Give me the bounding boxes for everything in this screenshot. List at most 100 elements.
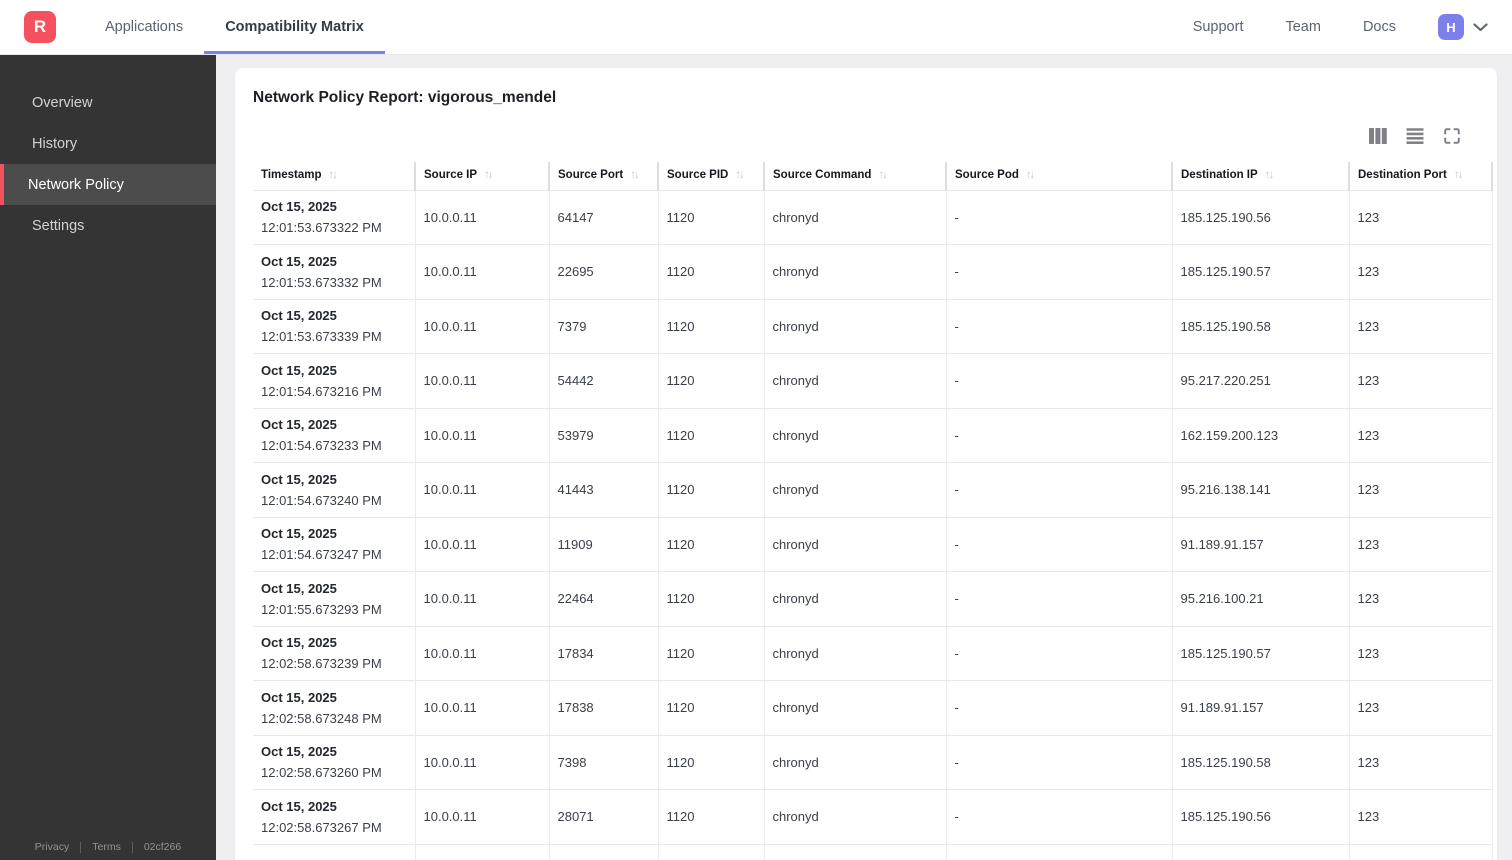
column-label: Source Port (558, 168, 624, 181)
column-header-destination-port[interactable]: Destination Port ↑↓ (1348, 162, 1493, 190)
cell-source-port (548, 843, 658, 860)
cell-source-pod: - (945, 298, 1172, 354)
sidebar-item-history[interactable]: History (0, 123, 216, 164)
secondary-nav-links: Support Team Docs (1193, 19, 1396, 35)
cell-source-ip (414, 843, 549, 860)
cell-timestamp: Oct 15, 2025 12:01:54.673240 PM (253, 462, 415, 517)
cell-destination-ip: 91.189.91.157 (1171, 680, 1349, 735)
privacy-link[interactable]: Privacy (35, 841, 69, 853)
cell-source-pod: - (945, 625, 1172, 681)
cell-source-ip: 10.0.0.11 (414, 516, 549, 572)
timestamp-date: Oct 15, 2025 (261, 689, 337, 705)
column-header-source-command[interactable]: Source Command ↑↓ (763, 162, 946, 190)
timestamp-date: Oct 15, 2025 (261, 798, 337, 814)
cell-source-pid: 1120 (657, 298, 764, 354)
timestamp-date: Oct 15, 2025 (261, 362, 337, 378)
column-header-source-pid[interactable]: Source PID ↑↓ (657, 162, 764, 190)
timestamp-date: Oct 15, 2025 (261, 744, 337, 760)
timestamp-time: 12:01:53.673322 PM (261, 220, 382, 236)
cell-source-ip: 10.0.0.11 (414, 734, 549, 790)
cell-destination-ip: 185.125.190.58 (1171, 298, 1349, 354)
cell-destination-ip: 91.189.91.157 (1171, 516, 1349, 572)
timestamp-time: 12:01:53.673332 PM (261, 274, 382, 290)
cell-source-command: chronyd (763, 189, 946, 245)
cell-source-ip: 10.0.0.11 (414, 189, 549, 245)
cell-source-command (763, 843, 946, 860)
table-header-row: Timestamp ↑↓ Source IP ↑↓ Source Port ↑↓ Sourc… (253, 162, 1493, 190)
table-row: Oct 15, 2025 12:01:53.673322 PM 10.0.0.11 6… (253, 189, 1493, 245)
nav-link-team[interactable]: Team (1285, 19, 1320, 35)
column-header-timestamp[interactable]: Timestamp ↑↓ (253, 162, 415, 190)
table-toolbar (235, 107, 1497, 145)
sidebar-item-overview[interactable]: Overview (0, 82, 216, 123)
timestamp-time: 12:01:53.673339 PM (261, 329, 382, 345)
timestamp-date: Oct 15, 2025 (261, 308, 337, 324)
cell-source-port: 17834 (548, 625, 658, 681)
cell-timestamp: Oct 15, 2025 12:01:55.673293 PM (253, 571, 415, 626)
cell-source-pod: - (945, 244, 1172, 299)
nav-link-docs[interactable]: Docs (1363, 19, 1396, 35)
cell-source-command: chronyd (763, 571, 946, 626)
cell-timestamp: Oct 15, 2025 12:01:53.673339 PM (253, 298, 415, 354)
table-row: Oct 15, 2025 12:01:53.673332 PM 10.0.0.11 2… (253, 244, 1493, 299)
cell-source-command: chronyd (763, 680, 946, 735)
rows-icon[interactable] (1406, 128, 1424, 144)
cell-source-pid: 1120 (657, 462, 764, 517)
column-header-destination-ip[interactable]: Destination IP ↑↓ (1171, 162, 1349, 190)
tab-applications[interactable]: Applications (84, 0, 204, 54)
report-table: Timestamp ↑↓ Source IP ↑↓ Source Port ↑↓ Sourc… (253, 162, 1493, 860)
timestamp-time: 12:01:54.673233 PM (261, 438, 382, 454)
cell-source-pid: 1120 (657, 625, 764, 681)
cell-source-ip: 10.0.0.11 (414, 407, 549, 463)
cell-source-port: 17838 (548, 680, 658, 735)
sidebar-item-settings[interactable]: Settings (0, 205, 216, 246)
cell-destination-ip: 162.159.200.123 (1171, 407, 1349, 463)
column-label: Timestamp (261, 168, 322, 181)
cell-timestamp: Oct 15, 2025 12:01:54.673247 PM (253, 516, 415, 572)
cell-source-pod: - (945, 680, 1172, 735)
table-row: Oct 15, 2025 12:01:54.673247 PM 10.0.0.11 1… (253, 516, 1493, 572)
sidebar-item-network-policy[interactable]: Network Policy (0, 164, 216, 205)
nav-link-support[interactable]: Support (1193, 19, 1244, 35)
cell-destination-port: 123 (1348, 244, 1493, 299)
avatar[interactable]: H (1438, 14, 1464, 40)
column-label: Destination Port (1358, 168, 1447, 181)
cell-destination-ip: 185.125.190.56 (1171, 189, 1349, 245)
footer-divider (131, 841, 133, 853)
cell-source-command: chronyd (763, 353, 946, 408)
cell-timestamp: Oct 15, 2025 (253, 843, 415, 860)
cell-source-port: 54442 (548, 353, 658, 408)
timestamp-date: Oct 15, 2025 (261, 417, 337, 433)
column-label: Destination IP (1181, 168, 1258, 181)
cell-source-command: chronyd (763, 298, 946, 354)
sort-icon: ↑↓ (328, 168, 338, 181)
sort-icon: ↑↓ (630, 168, 639, 181)
sort-icon: ↑↓ (1025, 168, 1035, 181)
timestamp-time: 12:01:54.673216 PM (261, 383, 382, 399)
cell-destination-port: 123 (1348, 680, 1493, 735)
chevron-down-icon[interactable] (1473, 22, 1488, 32)
user-menu[interactable]: H (1438, 14, 1488, 40)
column-header-source-ip[interactable]: Source IP ↑↓ (414, 162, 549, 190)
cell-timestamp: Oct 15, 2025 12:01:54.673233 PM (253, 407, 415, 463)
cell-source-pid (657, 843, 764, 860)
cell-destination-ip: 185.125.190.57 (1171, 244, 1349, 299)
fullscreen-icon[interactable] (1443, 127, 1461, 145)
cell-source-command: chronyd (763, 244, 946, 299)
tab-compatibility-matrix[interactable]: Compatibility Matrix (204, 0, 385, 54)
table-row: Oct 15, 2025 12:01:54.673233 PM 10.0.0.11 5… (253, 407, 1493, 463)
app-logo[interactable]: R (24, 11, 56, 43)
cell-destination-ip: 185.125.190.57 (1171, 625, 1349, 681)
cell-source-port: 28071 (548, 789, 658, 844)
table-row: Oct 15, 2025 12:02:58.673260 PM 10.0.0.11 7… (253, 734, 1493, 790)
cell-source-pid: 1120 (657, 353, 764, 408)
column-label: Source Pod (955, 168, 1019, 181)
column-label: Source IP (424, 168, 478, 181)
table-row: Oct 15, 2025 12:02:58.673239 PM 10.0.0.11 1… (253, 625, 1493, 681)
cell-destination-port: 123 (1348, 625, 1493, 681)
terms-link[interactable]: Terms (92, 841, 121, 853)
columns-icon[interactable] (1369, 128, 1387, 144)
column-header-source-port[interactable]: Source Port ↑↓ (548, 162, 658, 190)
column-header-source-pod[interactable]: Source Pod ↑↓ (945, 162, 1172, 190)
table-body: Oct 15, 2025 12:01:53.673322 PM 10.0.0.11 6… (253, 189, 1493, 860)
